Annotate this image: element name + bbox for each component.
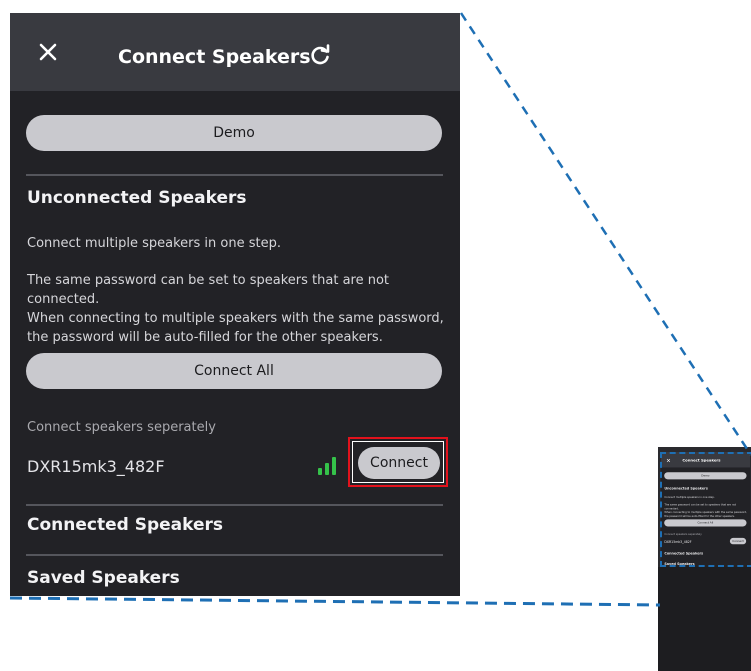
zoom-guide-lines <box>9 12 751 607</box>
zoom-guide-top <box>459 12 751 456</box>
zoom-guide-bottom <box>9 596 661 607</box>
